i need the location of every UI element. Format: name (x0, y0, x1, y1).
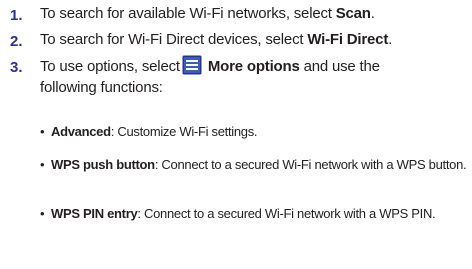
step-text: To use options, select More options and … (40, 55, 468, 78)
step-text: To search for available Wi-Fi networks, … (40, 3, 468, 25)
step-text-suffix: . (388, 31, 393, 48)
function-description: : Connect to a secured Wi-Fi network wit… (137, 206, 436, 221)
menu-icon-graphic (182, 55, 202, 75)
step-number: 1. (10, 7, 23, 24)
step-text-prefix: To search for available Wi-Fi networks, … (40, 5, 336, 22)
step-text-bold: Scan (335, 5, 371, 22)
function-description: : Customize Wi-Fi settings. (110, 124, 258, 139)
function-text: Advanced: Customize Wi-Fi settings. (51, 122, 471, 142)
bullet-icon: • (40, 124, 45, 139)
step-text-bold: Wi-Fi Direct (307, 31, 389, 48)
step-number: 2. (10, 33, 23, 50)
bullet-icon: • (40, 157, 45, 172)
step-text-suffix: and use the (299, 58, 380, 75)
menu-icon (182, 55, 202, 75)
step-text-prefix: To search for Wi-Fi Direct devices, sele… (40, 31, 308, 48)
function-text: WPS PIN entry: Connect to a secured Wi-F… (51, 204, 471, 224)
function-description: : Connect to a secured Wi-Fi network wit… (154, 157, 467, 172)
function-name: WPS PIN entry (51, 206, 138, 221)
bullet-icon: • (40, 206, 45, 221)
step-text: To search for Wi-Fi Direct devices, sele… (40, 29, 468, 51)
function-name: Advanced (51, 124, 111, 139)
step-text-suffix: . (370, 5, 375, 22)
function-name: WPS push button (51, 157, 155, 172)
instruction-page: 1. To search for available Wi-Fi network… (0, 0, 472, 269)
step-text-prefix: To use options, select (40, 58, 180, 75)
function-text: WPS push button: Connect to a secured Wi… (51, 155, 471, 175)
step-3-continuation: following functions: (40, 79, 163, 96)
step-number: 3. (10, 59, 23, 76)
step-text-bold: More options (207, 58, 300, 75)
